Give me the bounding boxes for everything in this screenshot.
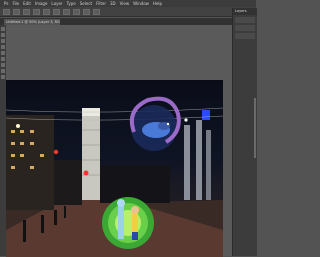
align-right-icon[interactable]	[43, 8, 50, 15]
document-tab-bar: Untitled-1 @ 50% (Layer 3, RGB/8)	[0, 18, 232, 25]
tool-preset-icon[interactable]	[13, 8, 20, 15]
menu-item-select[interactable]: Select	[80, 0, 92, 7]
menu-bar: Ps File Edit Image Layer Type Select Fil…	[0, 0, 256, 7]
align-top-icon[interactable]	[53, 8, 60, 15]
layer-row[interactable]	[235, 17, 255, 23]
zoom-icon[interactable]	[1, 75, 5, 79]
menu-item-filter[interactable]: Filter	[96, 0, 106, 7]
move-icon[interactable]	[1, 27, 5, 31]
crop-icon[interactable]	[1, 45, 5, 49]
lasso-icon[interactable]	[1, 39, 5, 43]
night-city-image	[6, 96, 223, 257]
options-bar	[0, 7, 256, 17]
layer-row[interactable]	[235, 33, 255, 39]
home-icon[interactable]	[3, 8, 10, 15]
align-center-icon[interactable]	[33, 8, 40, 15]
dragon-orb-layer	[129, 96, 181, 151]
menu-item-3d[interactable]: 3D	[110, 0, 116, 7]
text-icon[interactable]	[1, 63, 5, 67]
panel-header[interactable]: Layers	[233, 8, 257, 15]
menu-item-layer[interactable]: Layer	[51, 0, 62, 7]
brush-icon[interactable]	[1, 51, 5, 55]
eraser-icon[interactable]	[1, 57, 5, 61]
align-middle-icon[interactable]	[63, 8, 70, 15]
marquee-icon[interactable]	[1, 33, 5, 37]
menu-item-ps[interactable]: Ps	[4, 0, 8, 7]
document-canvas[interactable]	[6, 80, 223, 257]
menu-item-image[interactable]: Image	[35, 0, 48, 7]
menu-item-edit[interactable]: Edit	[23, 0, 31, 7]
hand-icon[interactable]	[1, 69, 5, 73]
align-left-icon[interactable]	[23, 8, 30, 15]
layers-panel: Layers	[232, 8, 257, 256]
menu-item-window[interactable]: Window	[133, 0, 149, 7]
menu-item-file[interactable]: File	[12, 0, 19, 7]
menu-item-help[interactable]: Help	[153, 0, 162, 7]
more-options-icon[interactable]	[93, 8, 100, 15]
layer-row[interactable]	[235, 25, 255, 31]
panel-scrollbar[interactable]	[254, 98, 256, 158]
menu-item-view[interactable]: View	[120, 0, 130, 7]
align-bottom-icon[interactable]	[73, 8, 80, 15]
portal-layer	[102, 197, 154, 249]
menu-item-type[interactable]: Type	[67, 0, 76, 7]
canvas-area[interactable]	[6, 25, 232, 257]
distribute-icon[interactable]	[83, 8, 90, 15]
